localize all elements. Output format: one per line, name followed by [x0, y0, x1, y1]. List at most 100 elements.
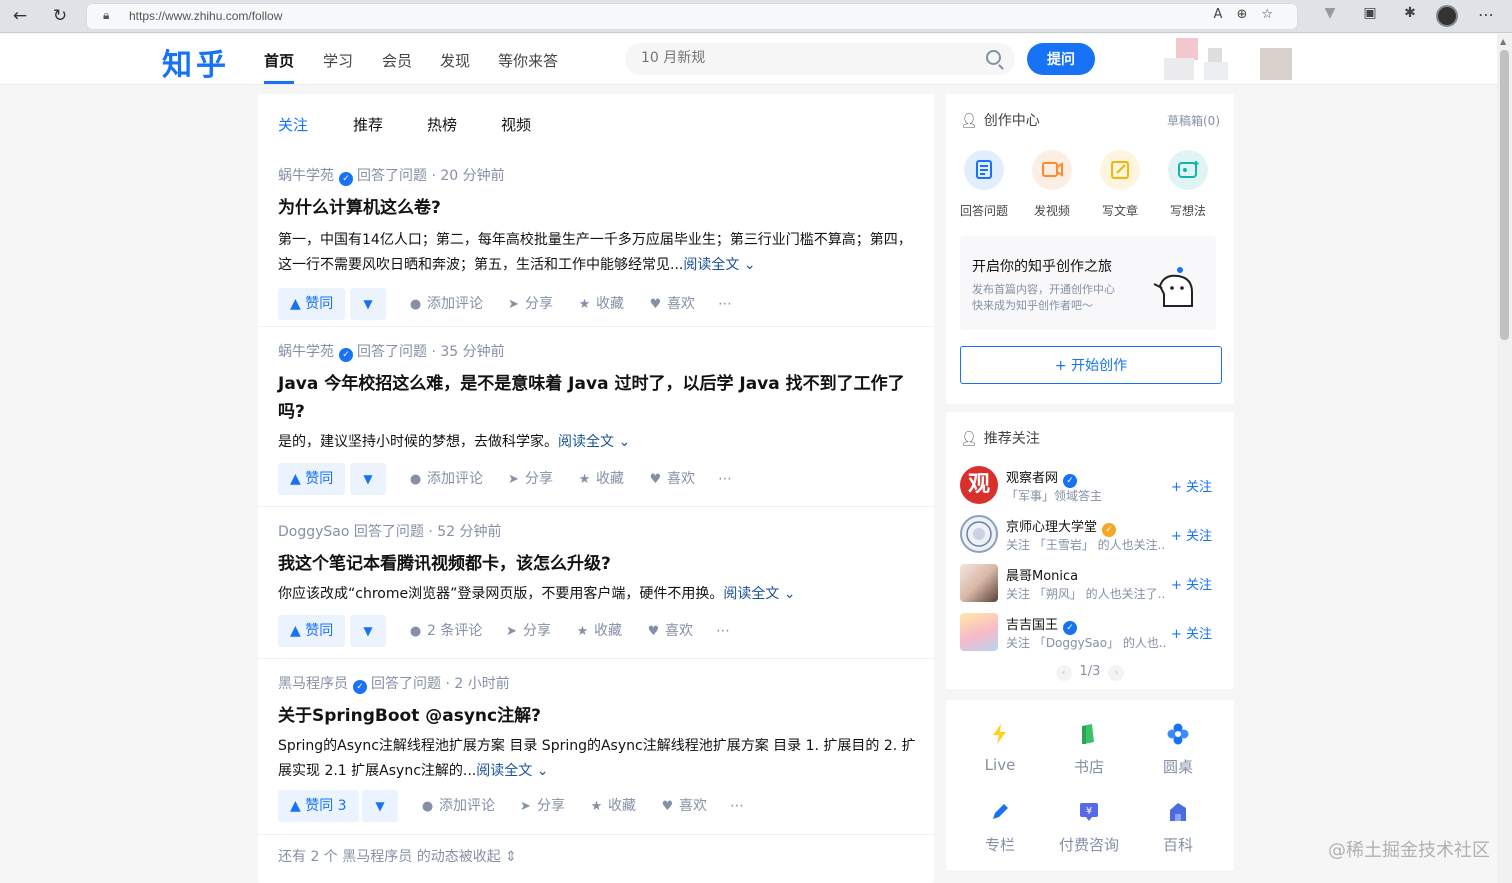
tab-hot[interactable]: 热榜 [427, 114, 457, 135]
start-creating-button[interactable]: + 开始创作 [960, 346, 1222, 384]
share-button[interactable]: ➤ 分享 [504, 615, 551, 647]
extension-icon[interactable]: ▣ [1350, 5, 1390, 21]
author-name[interactable]: 蜗牛学苑 [278, 344, 334, 360]
heart-icon: ♥ [649, 472, 662, 487]
nav-learn[interactable]: 学习 [323, 50, 353, 71]
follow-button[interactable]: + 关注 [1171, 476, 1212, 495]
zoom-icon[interactable]: ⊕ [1236, 7, 1261, 22]
author-name[interactable]: 蜗牛学苑 [278, 168, 334, 184]
page-scrollbar[interactable]: ▲ [1497, 34, 1512, 883]
read-more-link[interactable]: 阅读全文 ⌄ [558, 434, 630, 450]
collect-button[interactable]: ★ 收藏 [589, 790, 636, 822]
like-button[interactable]: ♥ 喜欢 [648, 288, 695, 320]
read-more-link[interactable]: 阅读全文 ⌄ [476, 763, 548, 779]
read-aloud-icon[interactable]: A [1214, 7, 1237, 22]
zhihu-logo[interactable]: 知乎 [162, 40, 230, 84]
follow-button[interactable]: + 关注 [1171, 623, 1212, 642]
back-arrow-icon[interactable]: ← [8, 5, 32, 27]
ask-button[interactable]: 提问 [1027, 43, 1095, 75]
downvote-button[interactable]: ▼ [350, 288, 386, 320]
drafts-link[interactable]: 草稿箱(0) [1167, 112, 1220, 129]
user-avatar[interactable] [1164, 38, 1294, 82]
nav-home[interactable]: 首页 [264, 50, 294, 71]
tool-bookstore[interactable]: 书店 [1044, 722, 1134, 777]
search-icon[interactable] [986, 50, 1001, 65]
reload-icon[interactable]: ↻ [48, 5, 72, 27]
post-video-button[interactable]: 发视频 [1018, 150, 1086, 219]
recommend-user: 吉吉国王 ✓ 关注 「DoggySao」 的人也... + 关注 [960, 613, 1222, 653]
answer-excerpt[interactable]: 是的，建议坚持小时候的梦想，去做科学家。阅读全文 ⌄ [278, 430, 918, 455]
downvote-button[interactable]: ▼ [350, 463, 386, 495]
nav-vip[interactable]: 会员 [382, 50, 412, 71]
question-title[interactable]: 关于SpringBoot @async注解? [278, 702, 918, 730]
tool-column[interactable]: 专栏 [955, 800, 1045, 855]
comment-button[interactable]: ● 添加评论 [408, 463, 483, 495]
read-more-link[interactable]: 阅读全文 ⌄ [683, 257, 755, 273]
scroll-up-arrow-icon[interactable]: ▲ [1500, 37, 1506, 46]
follow-button[interactable]: + 关注 [1171, 574, 1212, 593]
downvote-button[interactable]: ▼ [362, 790, 398, 822]
more-options-icon[interactable]: ⋯ [718, 463, 732, 495]
nav-explore[interactable]: 发现 [440, 50, 470, 71]
tab-video[interactable]: 视频 [501, 114, 531, 135]
more-menu-icon[interactable]: ⋯ [1478, 5, 1494, 24]
read-more-link[interactable]: 阅读全文 ⌄ [723, 586, 795, 602]
like-button[interactable]: ♥ 喜欢 [648, 463, 695, 495]
user-desc: 关注 「DoggySao」 的人也... [1006, 636, 1166, 650]
extensions-puzzle-icon[interactable]: ✱ [1390, 5, 1430, 21]
search-box [625, 43, 1015, 75]
answer-excerpt[interactable]: Spring的Async注解线程池扩展方案 目录 Spring的Async注解线… [278, 734, 918, 784]
user-avatar[interactable]: 观 [960, 466, 998, 504]
share-button[interactable]: ➤ 分享 [518, 790, 565, 822]
upvote-button[interactable]: ▲ 赞同 [278, 288, 346, 320]
share-button[interactable]: ➤ 分享 [506, 463, 553, 495]
favorite-star-icon[interactable]: ☆ [1261, 7, 1287, 22]
write-article-button[interactable]: 写文章 [1086, 150, 1154, 219]
collect-button[interactable]: ★ 收藏 [577, 288, 624, 320]
question-title[interactable]: 为什么计算机这么卷? [278, 194, 918, 222]
downvote-button[interactable]: ▼ [350, 615, 386, 647]
upvote-button[interactable]: ▲ 赞同 [278, 463, 346, 495]
scrollbar-thumb[interactable] [1500, 50, 1509, 340]
like-button[interactable]: ♥ 喜欢 [646, 615, 693, 647]
follow-button[interactable]: + 关注 [1171, 525, 1212, 544]
share-button[interactable]: ➤ 分享 [506, 288, 553, 320]
comment-button[interactable]: ● 2 条评论 [408, 615, 483, 647]
user-name[interactable]: 晨哥Monica [1006, 565, 1078, 584]
answer-excerpt[interactable]: 你应该改成“chrome浏览器”登录网页版，不要用客户端，硬件不用换。阅读全文 … [278, 582, 918, 607]
tab-follow[interactable]: 关注 [278, 114, 308, 135]
tool-wiki[interactable]: 百科 [1133, 800, 1223, 855]
profile-avatar-icon[interactable] [1436, 5, 1458, 27]
collapsed-note[interactable]: 还有 2 个 黑马程序员 的动态被收起 ⇕ [278, 846, 517, 866]
user-avatar[interactable] [960, 613, 998, 651]
answer-question-button[interactable]: 回答问题 [950, 150, 1018, 219]
address-bar[interactable]: 🔒︎ https://www.zhihu.com/follow A⊕☆ [86, 3, 1298, 30]
tool-roundtable[interactable]: 圆桌 [1133, 722, 1223, 777]
tool-live[interactable]: Live [955, 722, 1045, 774]
author-name[interactable]: 黑马程序员 [278, 676, 348, 692]
question-title[interactable]: Java 今年校招这么难，是不是意味着 Java 过时了，以后学 Java 找不… [278, 370, 918, 426]
nav-waiting[interactable]: 等你来答 [498, 50, 558, 71]
extension-icon[interactable]: ▼ [1310, 5, 1350, 21]
tab-recommend[interactable]: 推荐 [353, 114, 383, 135]
like-button[interactable]: ♥ 喜欢 [660, 790, 707, 822]
answer-excerpt[interactable]: 第一，中国有14亿人口；第二，每年高校批量生产一千多万应届毕业生；第三行业门槛不… [278, 228, 918, 278]
comment-button[interactable]: ● 添加评论 [420, 790, 495, 822]
collect-button[interactable]: ★ 收藏 [575, 615, 622, 647]
collect-button[interactable]: ★ 收藏 [577, 463, 624, 495]
prev-page-icon[interactable]: ‹ [1055, 665, 1072, 681]
upvote-button[interactable]: ▲ 赞同 [278, 615, 346, 647]
tool-paid-consult[interactable]: ¥ 付费咨询 [1044, 800, 1134, 855]
author-name[interactable]: DoggySao [278, 524, 349, 540]
user-avatar[interactable] [960, 564, 998, 602]
more-options-icon[interactable]: ⋯ [730, 790, 744, 822]
more-options-icon[interactable]: ⋯ [716, 615, 730, 647]
user-avatar[interactable] [960, 515, 998, 553]
question-title[interactable]: 我这个笔记本看腾讯视频都卡，该怎么升级? [278, 550, 918, 578]
next-page-icon[interactable]: › [1108, 665, 1125, 681]
comment-button[interactable]: ● 添加评论 [408, 288, 483, 320]
more-options-icon[interactable]: ⋯ [718, 288, 732, 320]
search-input[interactable] [641, 50, 961, 66]
write-idea-button[interactable]: 写想法 [1154, 150, 1222, 219]
upvote-button[interactable]: ▲ 赞同 3 [278, 790, 359, 822]
